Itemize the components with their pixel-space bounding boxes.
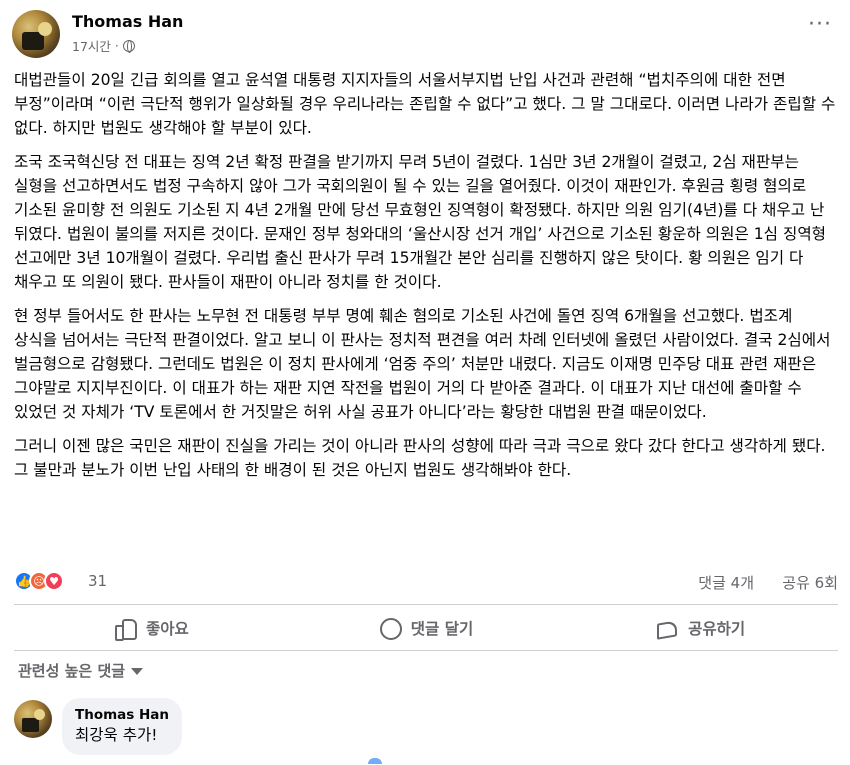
comment-bubble-icon [379, 617, 402, 640]
post-paragraph: 그러니 이젠 많은 국민은 재판이 진실을 가리는 것이 아니라 판사의 성향에… [14, 437, 826, 479]
globe-icon [122, 39, 135, 53]
comment-count[interactable]: 댓글 4개 [698, 572, 754, 593]
post-header: Thomas Han 17시간 · ··· [12, 8, 838, 60]
meta-separator: · [114, 38, 119, 53]
post-meta: 17시간 · [72, 36, 135, 55]
comments-filter-label: 관련성 높은 댓글 [18, 662, 126, 680]
share-label: 공유하기 [688, 620, 746, 638]
comment-bubble: Thomas Han 최강욱 추가! [62, 698, 183, 755]
reaction-count[interactable]: 31 [88, 572, 107, 590]
post-time[interactable]: 17시간 [72, 36, 111, 55]
share-arrow-icon [656, 617, 678, 639]
divider [14, 604, 838, 605]
like-button[interactable]: 좋아요 [14, 608, 289, 648]
comment-author[interactable]: Thomas Han [75, 706, 169, 724]
author-name[interactable]: Thomas Han [72, 12, 183, 31]
post-paragraph: 현 정부 들어서도 한 판사는 노무현 전 대통령 부부 명예 훼손 혐의로 기… [14, 307, 831, 421]
like-label: 좋아요 [145, 620, 189, 638]
reaction-hint-icon [368, 758, 382, 764]
divider [14, 650, 838, 651]
post-paragraph: 대법관들이 20일 긴급 회의를 열고 윤석열 대통령 지지자들의 서울서부지법… [14, 71, 836, 137]
reactions-summary: 👍 ☹ ♥ 31 댓글 4개 공유 6회 [14, 571, 838, 595]
reaction-icons[interactable]: 👍 ☹ ♥ [14, 571, 64, 591]
facebook-post: Thomas Han 17시간 · ··· 대법관들이 20일 긴급 회의를 열… [0, 0, 850, 765]
post-body: 대법관들이 20일 긴급 회의를 열고 윤석열 대통령 지지자들의 서울서부지법… [14, 68, 840, 492]
comment-text: 최강욱 추가! [75, 726, 158, 744]
author-avatar[interactable] [12, 10, 60, 58]
comment-label: 댓글 달기 [410, 620, 474, 638]
post-paragraph: 조국 조국혁신당 전 대표는 징역 2년 확정 판결을 받기까지 무려 5년이 … [14, 153, 827, 291]
comments-filter-dropdown[interactable]: 관련성 높은 댓글 [18, 660, 144, 681]
share-button[interactable]: 공유하기 [563, 608, 838, 648]
thumbs-up-icon [114, 617, 137, 641]
action-bar: 좋아요 댓글 달기 공유하기 [14, 608, 838, 648]
caret-down-icon [131, 668, 144, 675]
share-count[interactable]: 공유 6회 [782, 572, 838, 593]
comment-button[interactable]: 댓글 달기 [289, 608, 564, 648]
commenter-avatar[interactable] [14, 700, 52, 738]
comment-item: Thomas Han 최강욱 추가! [14, 698, 838, 764]
love-icon: ♥ [44, 571, 64, 591]
more-options-icon[interactable]: ··· [802, 14, 838, 42]
